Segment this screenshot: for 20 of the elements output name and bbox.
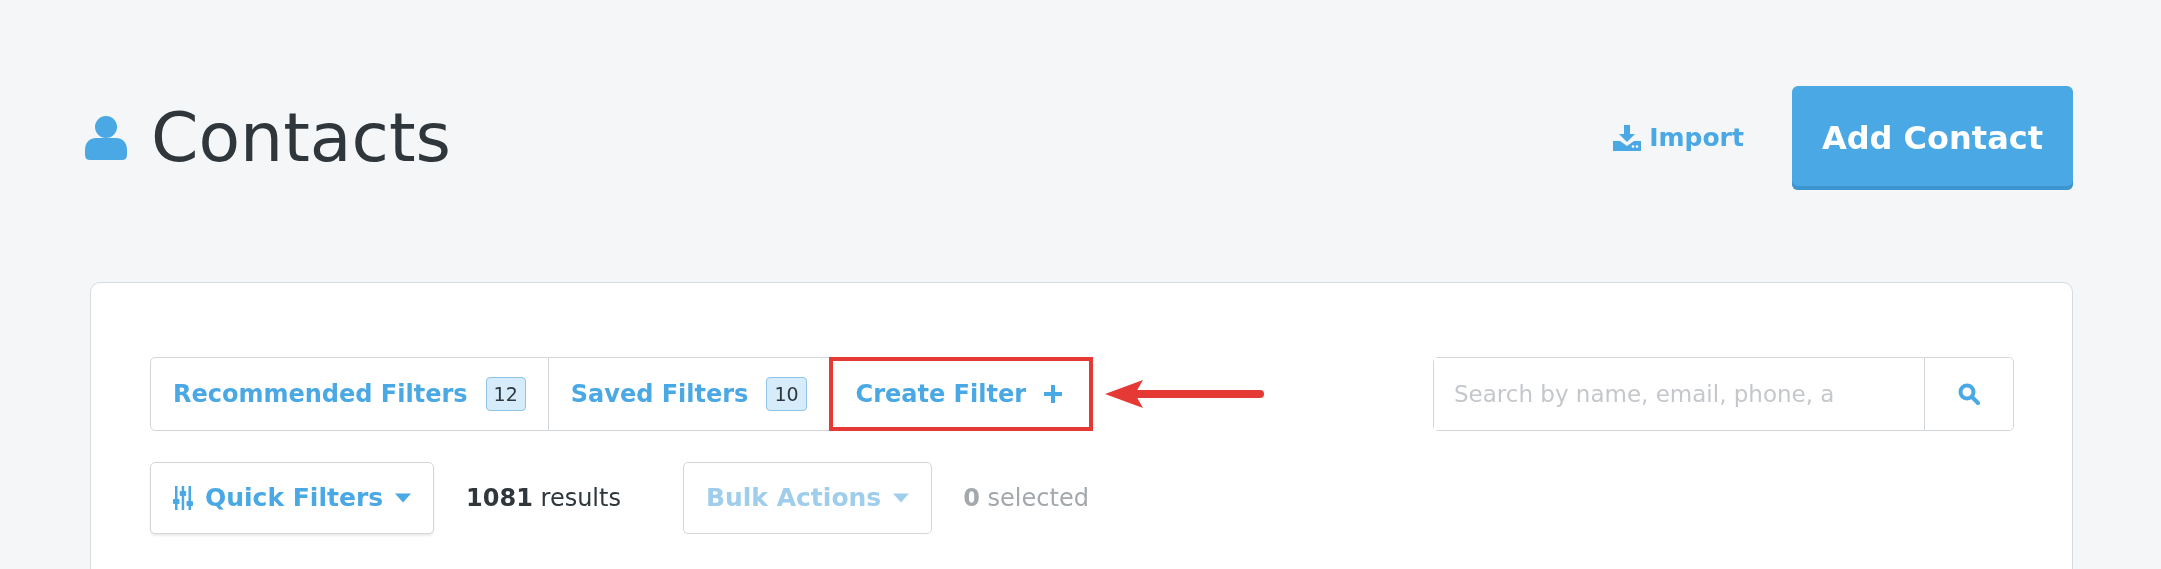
search-field[interactable]: Search by name, email, phone, a — [1433, 357, 2014, 431]
download-icon — [1613, 125, 1642, 151]
caret-icon — [395, 493, 412, 503]
caret-icon — [893, 493, 910, 503]
filter-tab[interactable]: Saved Filters 10 — [547, 357, 830, 431]
results-count: 1081 results — [466, 483, 621, 514]
plus-icon — [1044, 385, 1063, 403]
page-title: Contacts — [151, 104, 451, 172]
quick-filters-button[interactable]: Quick Filters — [150, 462, 435, 534]
selected-count: 0 selected — [963, 483, 1089, 514]
search-icon — [1958, 383, 1980, 405]
add-contact-button[interactable]: Add Contact — [1791, 86, 2073, 190]
filter-tab[interactable]: Recommended Filters 12 — [150, 357, 549, 431]
count-badge: 12 — [485, 376, 526, 412]
sliders-icon — [173, 486, 193, 510]
search-button[interactable] — [1924, 358, 2013, 430]
import-link[interactable]: Import — [1613, 119, 1744, 157]
create-filter-tab[interactable]: Create Filter — [828, 357, 1094, 431]
count-badge: 10 — [766, 376, 807, 412]
person-icon — [85, 116, 127, 160]
